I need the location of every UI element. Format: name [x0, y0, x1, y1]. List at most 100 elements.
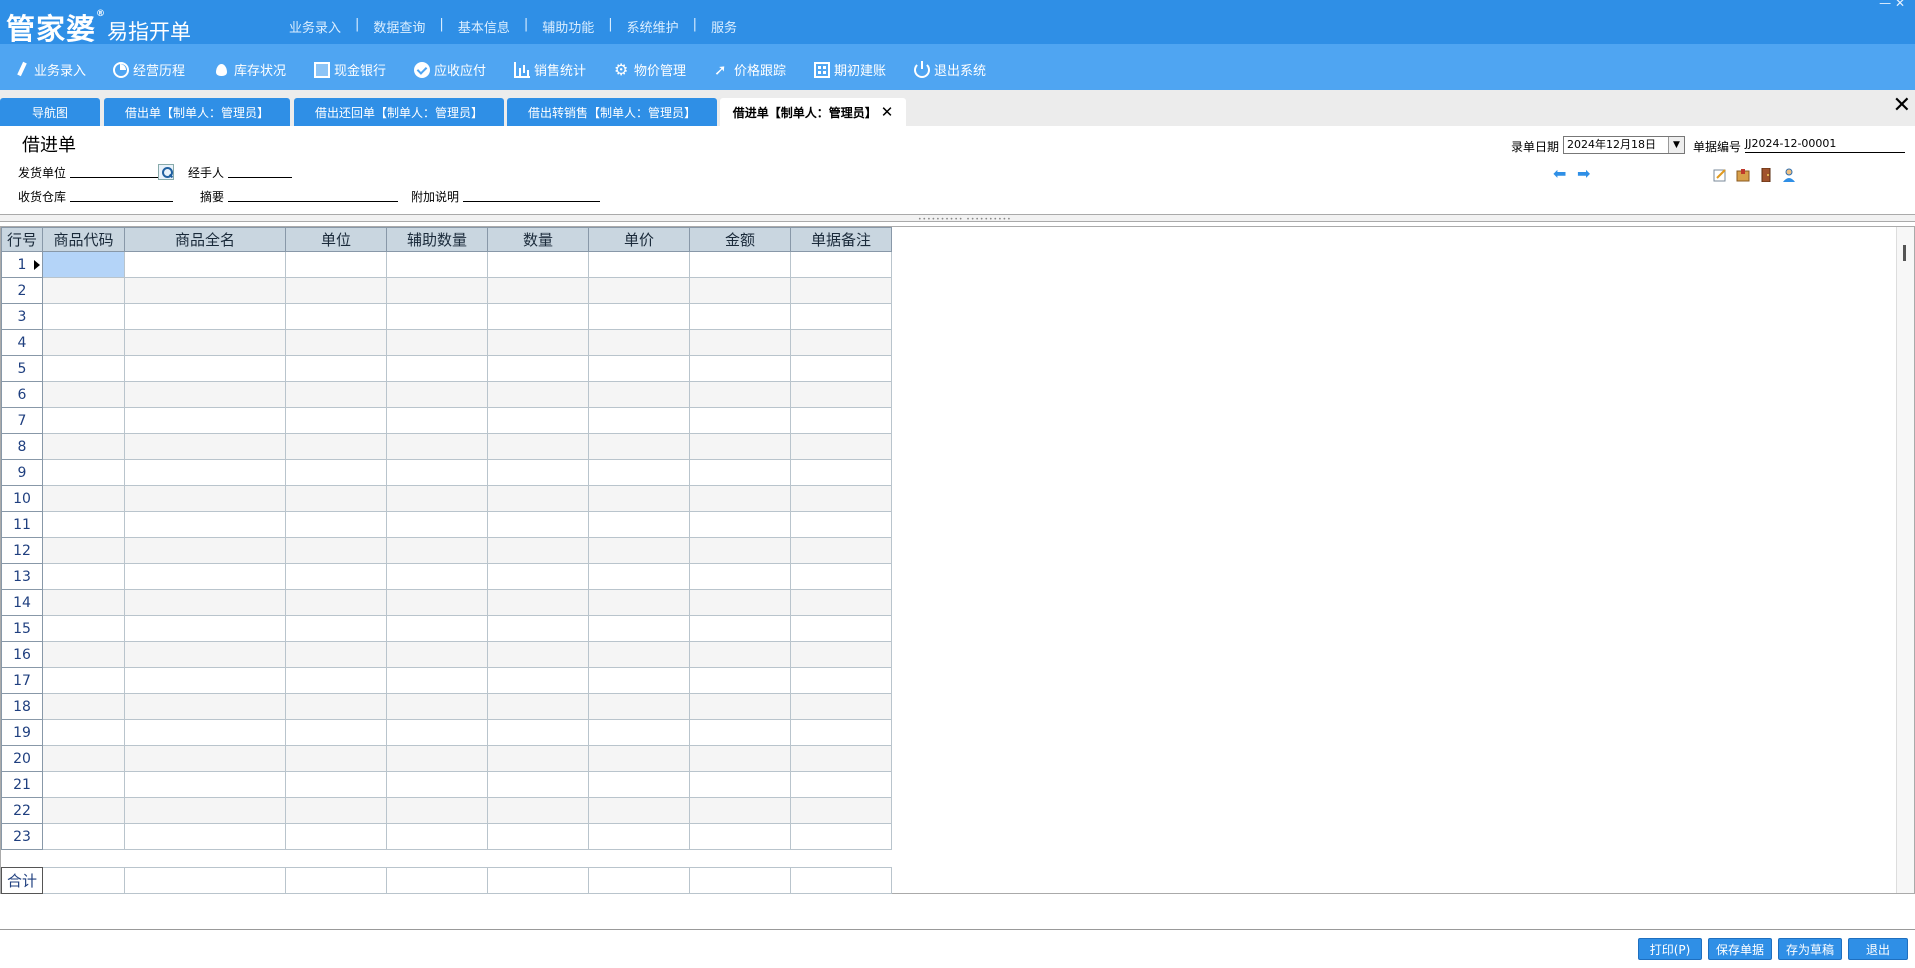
table-row[interactable]: 14 [1, 589, 892, 616]
grid-cell[interactable] [487, 693, 589, 720]
grid-cell[interactable] [588, 381, 690, 408]
grid-cell[interactable] [790, 641, 892, 668]
table-row[interactable]: 4 [1, 329, 892, 356]
grid-cell[interactable] [124, 615, 286, 642]
grid-cell[interactable] [285, 797, 387, 824]
grid-cell[interactable] [285, 823, 387, 850]
grid-cell[interactable] [124, 823, 286, 850]
grid-cell[interactable] [386, 719, 488, 746]
table-row[interactable]: 23 [1, 823, 892, 850]
toolbar-inventory-status[interactable]: 库存状况 [214, 60, 286, 79]
table-row[interactable]: 18 [1, 693, 892, 720]
grid-cell[interactable] [124, 251, 286, 278]
splitter-grip[interactable]: •••••••••• •••••••••• [918, 216, 1012, 223]
grid-cell[interactable] [42, 771, 125, 798]
grid-cell[interactable] [124, 589, 286, 616]
grid-cell[interactable] [386, 641, 488, 668]
grid-cell[interactable] [588, 797, 690, 824]
toolbar-receivables-payables[interactable]: 应收应付 [414, 60, 486, 79]
grid-cell[interactable] [689, 537, 791, 564]
tab-lend-to-sale[interactable]: 借出转销售【制单人：管理员】 [507, 98, 717, 126]
grid-cell[interactable] [42, 615, 125, 642]
grid-cell[interactable] [790, 459, 892, 486]
grid-cell[interactable] [588, 771, 690, 798]
top-menu-item-data-query[interactable]: 数据查询 [359, 17, 439, 36]
grid-cell[interactable] [689, 615, 791, 642]
toolbar-business-entry[interactable]: 业务录入 [14, 60, 86, 79]
grid-cell[interactable] [689, 797, 791, 824]
grid-cell[interactable] [487, 823, 589, 850]
grid-cell[interactable] [42, 823, 125, 850]
grid-cell[interactable] [386, 485, 488, 512]
grid-cell[interactable] [588, 823, 690, 850]
grid-cell[interactable] [42, 511, 125, 538]
grid-cell[interactable] [588, 251, 690, 278]
grid-cell[interactable] [124, 355, 286, 382]
grid-cell[interactable] [689, 719, 791, 746]
save-button[interactable]: 保存单据 [1708, 938, 1772, 960]
table-row[interactable]: 12 [1, 537, 892, 564]
toolbar-business-history[interactable]: 经营历程 [113, 60, 185, 79]
supplier-field[interactable] [70, 164, 158, 178]
grid-cell[interactable] [790, 693, 892, 720]
scrollbar-thumb[interactable] [1903, 245, 1906, 261]
table-row[interactable]: 20 [1, 745, 892, 772]
toolbar-opening-accounts[interactable]: 期初建账 [814, 60, 886, 79]
grid-cell[interactable] [588, 719, 690, 746]
grid-cell[interactable] [42, 719, 125, 746]
grid-cell[interactable] [790, 485, 892, 512]
door-icon[interactable] [1759, 168, 1773, 182]
grid-cell[interactable] [285, 511, 387, 538]
grid-cell[interactable] [124, 511, 286, 538]
table-row[interactable]: 17 [1, 667, 892, 694]
grid-cell[interactable] [124, 329, 286, 356]
grid-cell[interactable] [790, 823, 892, 850]
grid-cell[interactable] [124, 693, 286, 720]
table-row[interactable]: 7 [1, 407, 892, 434]
grid-cell[interactable] [689, 355, 791, 382]
note-field[interactable] [463, 188, 600, 202]
grid-cell[interactable] [285, 355, 387, 382]
grid-cell[interactable] [124, 641, 286, 668]
grid-cell[interactable] [42, 485, 125, 512]
toolbar-exit-system[interactable]: 退出系统 [914, 60, 986, 79]
grid-cell[interactable] [42, 797, 125, 824]
table-row[interactable]: 5 [1, 355, 892, 382]
column-header-row-number[interactable]: 行号 [1, 227, 43, 252]
panel-splitter[interactable]: •••••••••• •••••••••• [0, 214, 1915, 223]
grid-cell[interactable] [790, 251, 892, 278]
table-row[interactable]: 15 [1, 615, 892, 642]
window-controls[interactable]: — ✕ [1879, 0, 1905, 10]
grid-cell[interactable] [386, 459, 488, 486]
grid-cell[interactable] [386, 303, 488, 330]
grid-cell[interactable] [42, 563, 125, 590]
grid-cell[interactable] [285, 303, 387, 330]
grid-cell[interactable] [487, 797, 589, 824]
grid-cell[interactable] [285, 589, 387, 616]
column-header-aux-quantity[interactable]: 辅助数量 [386, 227, 488, 252]
grid-cell[interactable] [790, 797, 892, 824]
grid-cell[interactable] [487, 537, 589, 564]
grid-cell[interactable] [386, 745, 488, 772]
table-row[interactable]: 6 [1, 381, 892, 408]
grid-cell[interactable] [689, 693, 791, 720]
grid-cell[interactable] [124, 797, 286, 824]
grid-cell[interactable] [42, 329, 125, 356]
toolbar-sales-stats[interactable]: 销售统计 [514, 60, 586, 79]
grid-cell[interactable] [124, 433, 286, 460]
grid-cell[interactable] [285, 277, 387, 304]
top-menu-item-service[interactable]: 服务 [697, 17, 751, 36]
grid-cell[interactable] [42, 693, 125, 720]
grid-cell[interactable] [386, 329, 488, 356]
grid-cell[interactable] [790, 277, 892, 304]
grid-cell[interactable] [124, 407, 286, 434]
date-picker[interactable]: 2024年12月18日 ▼ [1563, 136, 1685, 154]
grid-cell[interactable] [386, 589, 488, 616]
grid-cell[interactable] [689, 511, 791, 538]
table-row[interactable]: 11 [1, 511, 892, 538]
save-draft-button[interactable]: 存为草稿 [1778, 938, 1842, 960]
grid-cell[interactable] [386, 563, 488, 590]
grid-cell[interactable] [285, 641, 387, 668]
grid-cell[interactable] [386, 251, 488, 278]
grid-cell[interactable] [285, 563, 387, 590]
